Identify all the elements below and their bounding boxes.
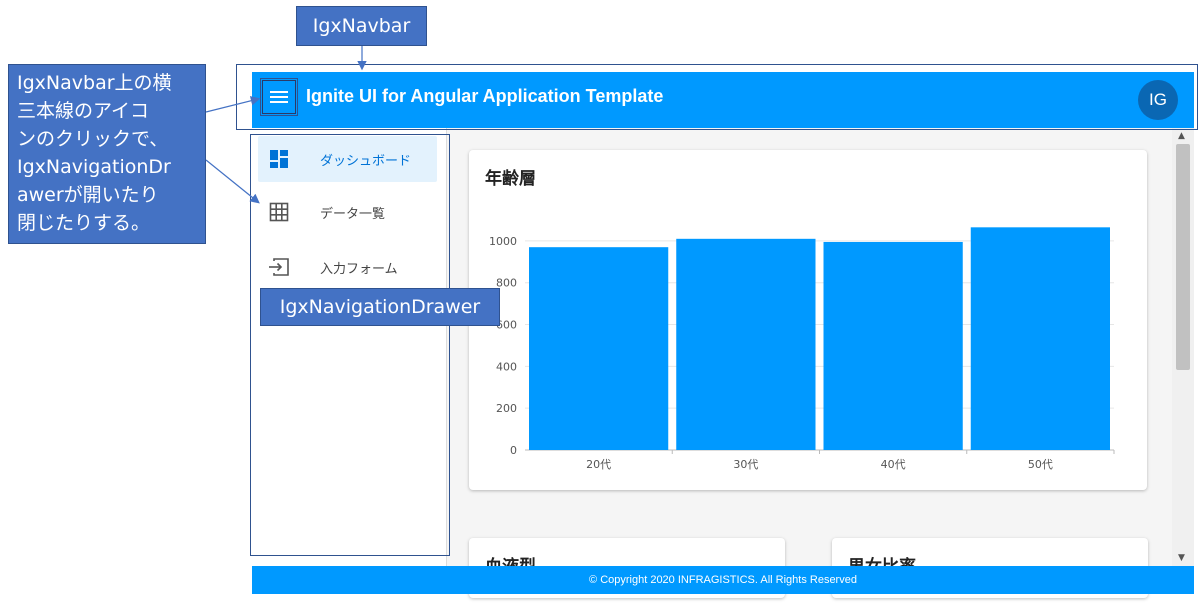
bar	[529, 247, 669, 450]
x-tick-label: 20代	[586, 458, 611, 471]
y-tick-label: 1000	[489, 235, 517, 248]
description-line: ンのクリックで、	[17, 128, 169, 150]
footer: © Copyright 2020 INFRAGISTICS. All Right…	[252, 566, 1194, 594]
description-callout: IgxNavbar上の横 三本線のアイコ ンのクリックで、 IgxNavigat…	[8, 64, 206, 244]
scroll-up-icon[interactable]: ▲	[1178, 131, 1185, 141]
description-line: 閉じたりする。	[17, 212, 151, 234]
drawer-callout: IgxNavigationDrawer	[260, 288, 500, 326]
description-line: IgxNavbar上の横	[17, 72, 172, 94]
bar	[676, 238, 816, 450]
y-tick-label: 0	[510, 444, 517, 457]
vertical-scrollbar[interactable]: ▲ ▼	[1172, 128, 1194, 566]
description-line: 三本線のアイコ	[17, 100, 150, 122]
bar	[823, 241, 963, 450]
description-line: awerが開いたり	[17, 184, 159, 206]
x-tick-label: 40代	[881, 458, 906, 471]
navbar-callout: IgxNavbar	[296, 6, 427, 46]
navbar-outline	[236, 64, 1198, 130]
menu-icon-outline	[260, 78, 298, 116]
y-tick-label: 200	[496, 402, 517, 415]
x-tick-label: 30代	[733, 458, 758, 471]
drawer-outline	[250, 134, 450, 556]
scroll-down-icon[interactable]: ▼	[1178, 553, 1185, 563]
age-chart-card: 年齢層 0 200 400 600 800 1000 20代 30代 40代 50代	[469, 150, 1147, 490]
scroll-thumb[interactable]	[1176, 144, 1190, 370]
x-tick-label: 50代	[1028, 458, 1053, 471]
content-area: 年齢層 0200400600800100020代30代40代50代 血液型 男女…	[447, 128, 1172, 598]
age-bar-chart: 0200400600800100020代 30代 40代 50代	[489, 227, 1115, 471]
y-tick-label: 400	[496, 360, 517, 373]
bar	[970, 227, 1110, 450]
description-line: IgxNavigationDr	[17, 156, 171, 178]
